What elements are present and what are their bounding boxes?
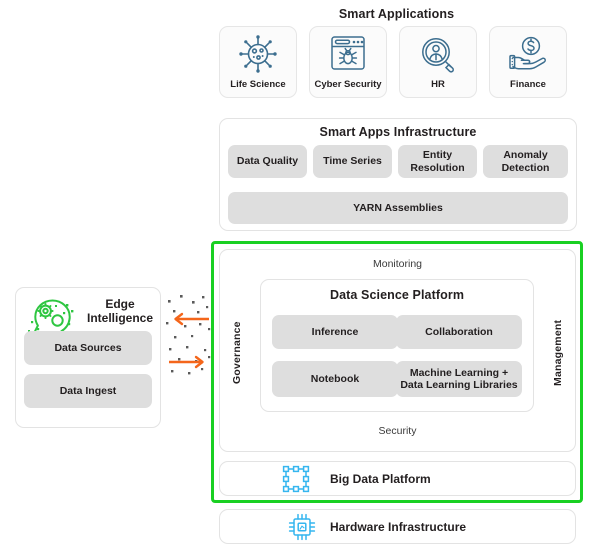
edge-intelligence-title: Edge Intelligence [86,297,154,326]
platform-right-label-management: Management [552,319,564,386]
edge-item-data-sources[interactable]: Data Sources [24,331,152,365]
platform-item-notebook[interactable]: Notebook [272,361,398,397]
app-tile-life-science[interactable]: Life Science [219,26,297,98]
big-data-platform-label: Big Data Platform [330,472,431,486]
app-tile-label: Finance [510,79,546,90]
platform-item-machine-learning[interactable]: Machine Learning + Data Learning Librari… [396,361,522,397]
architecture-diagram: Smart Applications Life Science Cyber Se… [0,0,600,550]
hardware-infrastructure-label: Hardware Infrastructure [330,520,467,534]
app-tile-label: HR [431,79,445,90]
platform-item-inference[interactable]: Inference [272,315,398,349]
data-science-platform-title: Data Science Platform [329,288,465,302]
magnifier-person-icon [400,34,476,74]
app-tile-cyber-security[interactable]: Cyber Security [309,26,387,98]
platform-item-collaboration[interactable]: Collaboration [396,315,522,349]
browser-bug-icon [310,34,386,74]
infra-item-data-quality[interactable]: Data Quality [228,145,307,178]
app-tile-label: Life Science [230,79,286,90]
smart-applications-title: Smart Applications [338,7,455,21]
app-tile-hr[interactable]: HR [399,26,477,98]
infra-item-entity-resolution[interactable]: Entity Resolution [398,145,477,178]
platform-bottom-label: Security [378,425,417,437]
app-tile-finance[interactable]: Finance [489,26,567,98]
hand-dollar-icon [490,34,566,74]
platform-left-label-governance: Governance [231,321,243,384]
infra-item-anomaly-detection[interactable]: Anomaly Detection [483,145,568,178]
edge-item-data-ingest[interactable]: Data Ingest [24,374,152,408]
selection-square-icon [281,465,311,493]
smart-apps-infrastructure-title: Smart Apps Infrastructure [319,125,477,139]
infra-item-time-series[interactable]: Time Series [313,145,392,178]
connector-arrows [164,292,212,380]
platform-top-label: Monitoring [372,258,423,270]
infra-item-yarn-assemblies[interactable]: YARN Assemblies [228,192,568,224]
cpu-chip-icon [287,512,317,542]
virus-icon [220,34,296,74]
app-tile-label: Cyber Security [314,79,382,90]
